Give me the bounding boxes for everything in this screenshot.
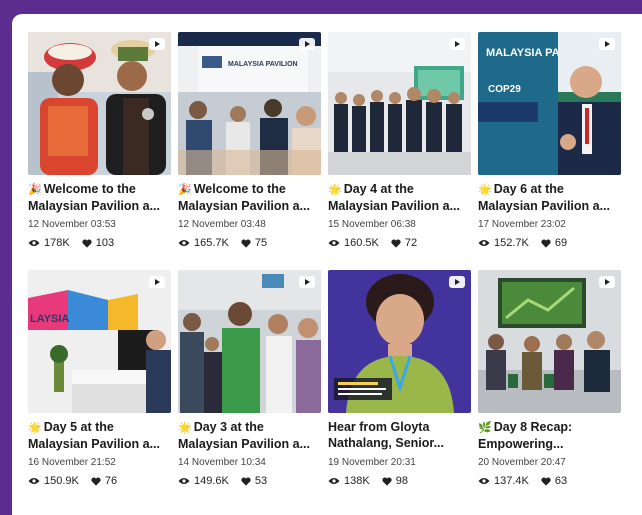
post-stats: 178K 103 [28,237,171,249]
post-title[interactable]: 🌟 Day 6 at the Malaysian Pavilion a... [478,181,621,213]
video-icon [299,276,315,288]
post-stats: 160.5K 72 [328,237,471,249]
video-icon [599,276,615,288]
eye-icon [328,240,340,246]
post-thumbnail[interactable] [478,270,621,413]
video-icon [149,276,165,288]
post-card[interactable]: 🎉 Welcome to the Malaysian Pavilion a... … [28,32,171,270]
heart-icon [91,476,101,486]
post-title[interactable]: 🎉 Welcome to the Malaysian Pavilion a... [28,181,171,213]
post-thumbnail[interactable] [328,270,471,413]
post-thumbnail[interactable]: LAYSIA [28,270,171,413]
svg-text:LAYSIA: LAYSIA [30,313,69,325]
post-date: 12 November 03:53 [28,219,116,230]
video-icon [449,38,465,50]
video-icon [599,38,615,50]
post-date: 12 November 03:48 [178,219,266,230]
views-stat: 150.9K [28,475,79,487]
video-icon [449,276,465,288]
post-stats: 149.6K 53 [178,475,321,487]
post-title[interactable]: 🌟 Day 3 at the Malaysian Pavilion a... [178,419,321,451]
heart-icon [391,238,401,248]
post-stats: 150.9K 76 [28,475,171,487]
post-thumbnail[interactable] [28,32,171,175]
views-stat: 138K [328,475,370,487]
views-stat: 137.4K [478,475,529,487]
post-stats: 138K 98 [328,475,471,487]
post-title[interactable]: Hear from Gloyta Nathalang, Senior... [328,419,471,451]
heart-icon [241,476,251,486]
post-date: 19 November 20:31 [328,457,416,468]
views-stat: 165.7K [178,237,229,249]
likes-stat: 98 [382,475,408,487]
post-thumbnail[interactable]: MALAYSIA PAVILION COP29 [478,32,621,175]
likes-stat: 63 [541,475,567,487]
post-title[interactable]: 🌟 Day 5 at the Malaysian Pavilion a... [28,419,171,451]
post-date: 14 November 10:34 [178,457,266,468]
eye-icon [478,240,490,246]
views-stat: 149.6K [178,475,229,487]
post-date: 16 November 21:52 [28,457,116,468]
post-title[interactable]: 🌿 Day 8 Recap: Empowering... [478,419,621,451]
views-stat: 178K [28,237,70,249]
likes-stat: 76 [91,475,117,487]
eye-icon [478,478,490,484]
likes-stat: 69 [541,237,567,249]
eye-icon [28,240,40,246]
heart-icon [382,476,392,486]
post-date: 17 November 23:02 [478,219,566,230]
likes-stat: 72 [391,237,417,249]
post-card[interactable]: 🌟 Day 3 at the Malaysian Pavilion a... 14… [178,270,321,500]
post-stats: 137.4K 63 [478,475,621,487]
svg-text:COP29: COP29 [488,84,521,95]
svg-text:MALAYSIA PAVILION: MALAYSIA PAVILION [228,61,298,68]
views-stat: 152.7K [478,237,529,249]
post-card[interactable]: LAYSIA 🌟 Day 5 at the Malaysian Pavilion … [28,270,171,500]
post-thumbnail[interactable] [178,270,321,413]
post-card[interactable]: MALAYSIA PAVILION COP29 🌟 Day 6 at the Ma… [478,32,621,270]
post-card[interactable]: MALAYSIA PAVILION 🎉 Welcome to the Malays… [178,32,321,270]
post-title[interactable]: 🌟 Day 4 at the Malaysian Pavilion a... [328,181,471,213]
heart-icon [82,238,92,248]
post-date: 20 November 20:47 [478,457,566,468]
likes-stat: 75 [241,237,267,249]
eye-icon [178,240,190,246]
video-icon [299,38,315,50]
post-card[interactable]: 🌟 Day 4 at the Malaysian Pavilion a... 15… [328,32,471,270]
post-card[interactable]: Hear from Gloyta Nathalang, Senior... 19… [328,270,471,500]
content-frame: 🎉 Welcome to the Malaysian Pavilion a... … [12,14,642,515]
posts-grid: 🎉 Welcome to the Malaysian Pavilion a... … [28,32,621,500]
post-stats: 152.7K 69 [478,237,621,249]
heart-icon [241,238,251,248]
likes-stat: 103 [82,237,114,249]
heart-icon [541,476,551,486]
heart-icon [541,238,551,248]
eye-icon [28,478,40,484]
eye-icon [178,478,190,484]
post-card[interactable]: 🌿 Day 8 Recap: Empowering... 20 November … [478,270,621,500]
post-title[interactable]: 🎉 Welcome to the Malaysian Pavilion a... [178,181,321,213]
likes-stat: 53 [241,475,267,487]
post-thumbnail[interactable] [328,32,471,175]
post-stats: 165.7K 75 [178,237,321,249]
post-date: 15 November 06:38 [328,219,416,230]
eye-icon [328,478,340,484]
video-icon [149,38,165,50]
views-stat: 160.5K [328,237,379,249]
post-thumbnail[interactable]: MALAYSIA PAVILION [178,32,321,175]
